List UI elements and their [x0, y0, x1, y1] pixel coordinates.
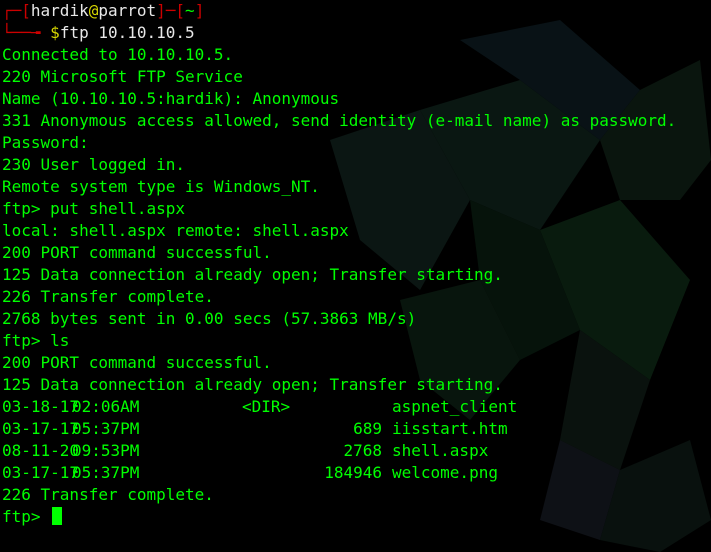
output-line: 226 Transfer complete.: [2, 485, 214, 504]
listing-row: 03-18-17 02:06AM <DIR> aspnet_client: [2, 396, 711, 418]
prompt-at: @: [88, 1, 99, 20]
prompt-separator: ]─[: [156, 1, 186, 20]
prompt-user: hardik: [30, 1, 89, 20]
terminal-output: ┌─[hardik@parrot]─[~] └──╼ $ftp 10.10.10…: [0, 0, 711, 528]
prompt-host: parrot: [98, 1, 157, 20]
output-line: 125 Data connection already open; Transf…: [2, 375, 503, 394]
listing-size: 689: [353, 419, 382, 438]
output-line: 220 Microsoft FTP Service: [2, 67, 243, 86]
prompt-command-line: └──╼ $ftp 10.10.10.5: [2, 22, 711, 44]
prompt-close: ]: [194, 1, 205, 20]
prompt-command: ftp 10.10.10.5: [59, 23, 195, 42]
listing-date: 03-18-17: [2, 397, 80, 416]
listing-row: 03-17-17 05:37PM 689 iisstart.htm: [2, 418, 711, 440]
listing-date: 08-11-20: [2, 441, 80, 460]
listing-row: 03-17-17 05:37PM 184946 welcome.png: [2, 462, 711, 484]
output-line: ftp> ls: [2, 331, 70, 350]
output-line: 125 Data connection already open; Transf…: [2, 265, 503, 284]
listing-name: iisstart.htm: [392, 419, 508, 438]
output-line: Connected to 10.10.10.5.: [2, 45, 234, 64]
output-line: 200 PORT command successful.: [2, 353, 272, 372]
listing-size: 2768: [343, 441, 382, 460]
ftp-input-line[interactable]: ftp>: [2, 506, 711, 528]
listing-date: 03-17-17: [2, 463, 80, 482]
listing-time: 05:37PM: [72, 463, 140, 482]
listing-name: welcome.png: [392, 463, 498, 482]
prompt-header: ┌─[hardik@parrot]─[~]: [2, 0, 711, 22]
listing-row: 08-11-20 09:53PM 2768 shell.aspx: [2, 440, 711, 462]
output-line: 226 Transfer complete.: [2, 287, 214, 306]
prompt-branch-end: └──╼: [2, 23, 51, 42]
output-line: local: shell.aspx remote: shell.aspx: [2, 221, 349, 240]
listing-dir-marker: <DIR>: [242, 397, 291, 416]
listing-name: shell.aspx: [392, 441, 489, 460]
output-line: 2768 bytes sent in 0.00 secs (57.3863 MB…: [2, 309, 417, 328]
prompt-dir: ~: [185, 1, 195, 20]
listing-time: 05:37PM: [72, 419, 140, 438]
listing-name: aspnet_client: [392, 397, 518, 416]
output-line: Name (10.10.10.5:hardik): Anonymous: [2, 89, 340, 108]
listing-date: 03-17-17: [2, 419, 80, 438]
output-line: 331 Anonymous access allowed, send ident…: [2, 111, 677, 130]
output-line: Remote system type is Windows_NT.: [2, 177, 320, 196]
listing-time: 02:06AM: [72, 397, 140, 416]
output-line: 230 User logged in.: [2, 155, 186, 174]
output-line: 200 PORT command successful.: [2, 243, 272, 262]
output-line: Password:: [2, 133, 89, 152]
prompt-symbol: $: [50, 23, 60, 42]
terminal-window[interactable]: ┌─[hardik@parrot]─[~] └──╼ $ftp 10.10.10…: [0, 0, 711, 552]
output-line: ftp> put shell.aspx: [2, 199, 186, 218]
listing-size: 184946: [324, 463, 382, 482]
listing-time: 09:53PM: [72, 441, 140, 460]
prompt-branch: ┌─[: [2, 1, 31, 20]
